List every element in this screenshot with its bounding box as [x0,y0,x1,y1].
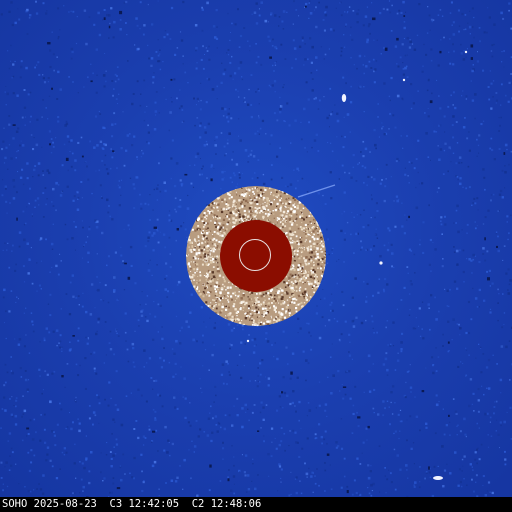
caption-text: SOHO 2025-08-23 C3 12:42:05 C2 12:48:06 [2,498,261,511]
c2-label: C2 [191,498,205,510]
date-label: 2025-08-23 [33,498,97,510]
c2-composite [186,186,326,326]
c3-label: C3 [109,498,123,510]
coronagraph-image: SOHO 2025-08-23 C3 12:42:05 C2 12:48:06 [0,0,512,512]
observatory-label: SOHO [2,498,28,510]
c3-time: 12:42:05 [128,498,180,510]
caption-bar: SOHO 2025-08-23 C3 12:42:05 C2 12:48:06 [0,497,512,512]
sun-limb-circle [239,239,271,271]
c2-time: 12:48:06 [210,498,262,510]
